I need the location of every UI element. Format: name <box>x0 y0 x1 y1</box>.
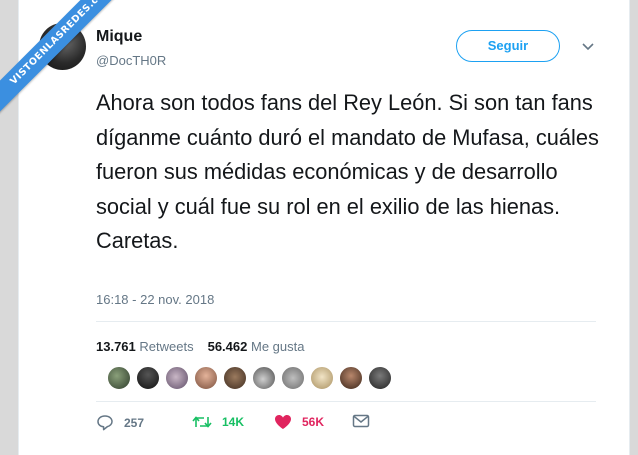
liker-avatar[interactable] <box>252 366 276 390</box>
like-count: 56K <box>302 415 325 429</box>
author-handle[interactable]: @DocTH0R <box>96 53 166 68</box>
liker-avatar[interactable] <box>281 366 305 390</box>
message-action[interactable] <box>352 414 380 428</box>
liker-avatar[interactable] <box>339 366 363 390</box>
retweet-action[interactable]: 14K <box>192 414 244 430</box>
liker-avatar[interactable] <box>136 366 160 390</box>
tweet-card: VISTOENLASREDES.com Mique @DocTH0R Segui… <box>0 0 630 455</box>
liker-avatar[interactable] <box>165 366 189 390</box>
likes-label: Me gusta <box>250 339 305 354</box>
liker-avatar[interactable] <box>194 366 218 390</box>
retweets-stat[interactable]: 13.761 Retweets <box>96 339 194 354</box>
reply-count: 257 <box>124 415 145 430</box>
chevron-down-icon[interactable] <box>581 40 595 54</box>
retweet-count: 14K <box>222 415 245 429</box>
liker-avatar[interactable] <box>223 366 247 390</box>
follow-button[interactable]: Seguir <box>456 30 560 62</box>
tweet-stats: 13.761 Retweets 56.462 Me gusta <box>96 339 304 354</box>
message-icon <box>352 414 370 428</box>
liker-avatar[interactable] <box>310 366 334 390</box>
tweet-timestamp[interactable]: 16:18 - 22 nov. 2018 <box>96 292 214 307</box>
liker-avatar[interactable] <box>107 366 131 390</box>
likes-count: 56.462 <box>207 339 248 354</box>
heart-icon <box>275 415 291 429</box>
tweet-text: Ahora son todos fans del Rey León. Si so… <box>96 90 599 253</box>
like-action[interactable]: 56K <box>274 414 324 430</box>
divider <box>96 401 596 402</box>
retweet-icon <box>192 416 212 428</box>
reply-action[interactable]: 257 <box>96 414 144 431</box>
liker-avatar[interactable] <box>368 366 392 390</box>
retweets-label: Retweets <box>139 339 194 354</box>
retweets-count: 13.761 <box>96 339 136 354</box>
likes-stat[interactable]: 56.462 Me gusta <box>208 339 305 354</box>
reply-icon <box>97 415 113 431</box>
divider <box>96 321 596 322</box>
author-name[interactable]: Mique <box>96 28 142 46</box>
